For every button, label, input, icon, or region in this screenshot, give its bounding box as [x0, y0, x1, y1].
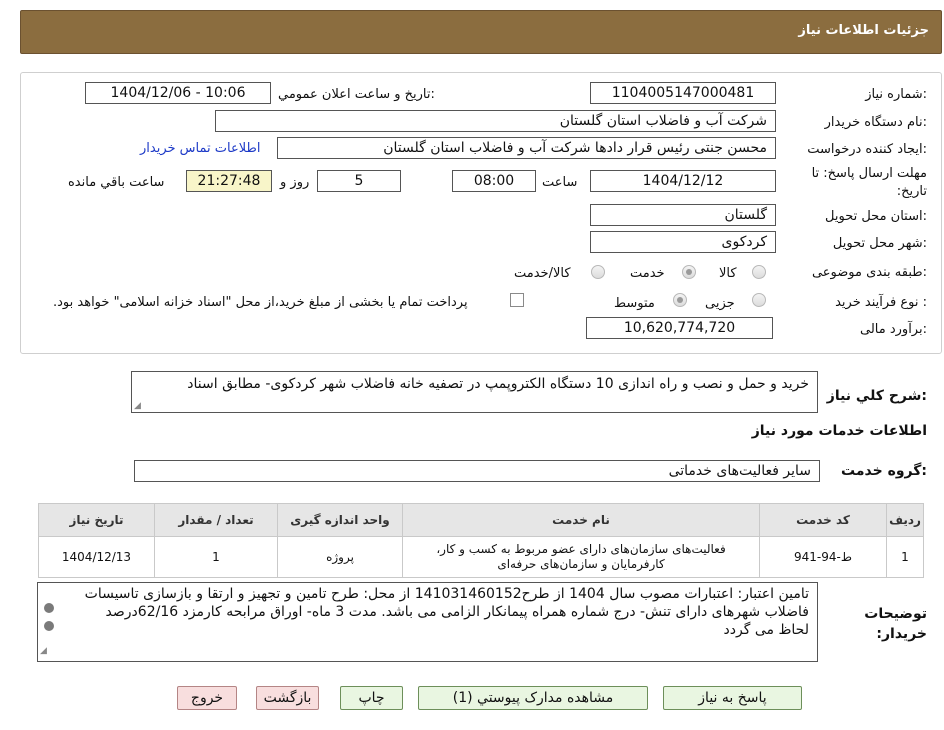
payment-checkbox[interactable] [510, 293, 524, 307]
page-title: جزئيات اطلاعات نياز [798, 23, 929, 38]
resize-handle-icon[interactable]: ◢ [134, 401, 141, 411]
print-button[interactable]: چاپ [340, 686, 403, 710]
cell-name: فعالیت‌های سازمان‌های دارای عضو مربوط به… [402, 536, 760, 578]
process-medium-radio[interactable] [673, 293, 687, 307]
notes-line2: فاضلاب شهرهای دارای تنش- درج شماره همراه… [105, 604, 809, 620]
payment-note: پرداخت تمام یا بخشی از مبلغ خرید،از محل … [53, 295, 468, 310]
process-minor-label: جزیی [705, 296, 735, 311]
col-code: کد خدمت [759, 503, 887, 537]
service-group-field[interactable]: سایر فعالیت‌های خدماتی [134, 460, 820, 482]
deadline-time-field[interactable]: 08:00 [452, 170, 536, 192]
summary-text: خرید و حمل و نصب و راه اندازی 10 دستگاه … [187, 376, 809, 392]
service-group-label: گروه خدمت: [841, 463, 927, 479]
city-field[interactable]: کردکوی [590, 231, 776, 253]
budget-field[interactable]: 10,620,774,720 [586, 317, 773, 339]
creator-field[interactable]: محسن جنتی رئیس قرار دادها شرکت آب و فاضل… [277, 137, 776, 159]
process-label: نوع فرآيند خريد : [835, 295, 927, 310]
col-index: رديف [886, 503, 924, 537]
cell-date: 1404/12/13 [38, 536, 155, 578]
notes-line1: تامین اعتبار: اعتبارات مصوب سال 1404 از … [84, 586, 809, 602]
buyer-contact-link[interactable]: اطلاعات تماس خريدار [140, 141, 260, 156]
summary-label: شرح کلي نياز: [826, 388, 927, 404]
services-section-title: اطلاعات خدمات مورد نياز [751, 423, 927, 439]
notes-line3: لحاظ می گردد [723, 622, 809, 638]
scroll-up-dot-icon[interactable] [44, 603, 54, 613]
category-service-label: خدمت [630, 266, 665, 281]
notes-label: توضيحات خريدار: [864, 606, 927, 642]
remaining-time-field: 21:27:48 [186, 170, 272, 192]
deadline-label: مهلت ارسال پاسخ: تا تاريخ: [811, 166, 927, 199]
days-field[interactable]: 5 [317, 170, 401, 192]
exit-button[interactable]: خروج [177, 686, 237, 710]
creator-label: ايجاد کننده درخواست: [807, 142, 927, 157]
cell-unit: پروژه [277, 536, 403, 578]
province-label: استان محل تحويل: [825, 209, 927, 224]
province-field[interactable]: گلستان [590, 204, 776, 226]
notes-resize-handle-icon[interactable]: ◢ [40, 642, 47, 660]
view-attachments-button[interactable]: مشاهده مدارک پيوستي (1) [418, 686, 648, 710]
col-qty: تعداد / مقدار [154, 503, 278, 537]
col-name: نام خدمت [402, 503, 760, 537]
city-label: شهر محل تحويل: [832, 236, 927, 251]
category-service-radio[interactable] [682, 265, 696, 279]
buyer-field[interactable]: شرکت آب و فاضلاب استان گلستان [215, 110, 776, 132]
cell-code: ط-94-941 [759, 536, 887, 578]
category-label: طبقه بندی موضوعی: [811, 265, 927, 280]
col-date: تاريخ نياز [38, 503, 155, 537]
cell-name-line2: کارفرمایان و سازمان‌های حرفه‌ای [497, 557, 665, 571]
process-minor-radio[interactable] [752, 293, 766, 307]
col-unit: واحد اندازه گيری [277, 503, 403, 537]
services-table: رديف کد خدمت نام خدمت واحد اندازه گيری ت… [38, 503, 924, 578]
category-goods-service-radio[interactable] [591, 265, 605, 279]
page-header: جزئيات اطلاعات نياز [20, 10, 942, 54]
remaining-label: ساعت باقي مانده [68, 175, 165, 190]
process-medium-label: متوسط [614, 296, 655, 311]
category-goods-radio[interactable] [752, 265, 766, 279]
table-row: 1 ط-94-941 فعالیت‌های سازمان‌های دارای ع… [38, 536, 924, 578]
table-header-row: رديف کد خدمت نام خدمت واحد اندازه گيری ت… [38, 503, 924, 537]
category-goods-label: کالا [719, 266, 737, 281]
cell-name-line1: فعالیت‌های سازمان‌های دارای عضو مربوط به… [436, 542, 726, 556]
need-number-label: شماره نياز: [865, 87, 927, 102]
deadline-date-field[interactable]: 1404/12/12 [590, 170, 776, 192]
cell-qty: 1 [154, 536, 278, 578]
budget-label: برآورد مالی: [860, 322, 927, 337]
buyer-label: نام دستگاه خريدار: [824, 115, 927, 130]
category-goods-service-label: کالا/خدمت [514, 266, 571, 281]
deadline-time-label: ساعت [542, 175, 578, 190]
announce-label: تاريخ و ساعت اعلان عمومي: [278, 87, 435, 102]
days-label: روز و [280, 175, 310, 190]
notes-textarea[interactable]: تامین اعتبار: اعتبارات مصوب سال 1404 از … [37, 582, 818, 662]
summary-textarea[interactable]: خرید و حمل و نصب و راه اندازی 10 دستگاه … [131, 371, 818, 413]
reply-button[interactable]: پاسخ به نياز [663, 686, 802, 710]
need-number-field[interactable]: 1104005147000481 [590, 82, 776, 104]
scroll-down-dot-icon[interactable] [44, 621, 54, 631]
announce-datetime-field[interactable]: 1404/12/06 - 10:06 [85, 82, 271, 104]
back-button[interactable]: بازگشت [256, 686, 319, 710]
cell-index: 1 [886, 536, 924, 578]
